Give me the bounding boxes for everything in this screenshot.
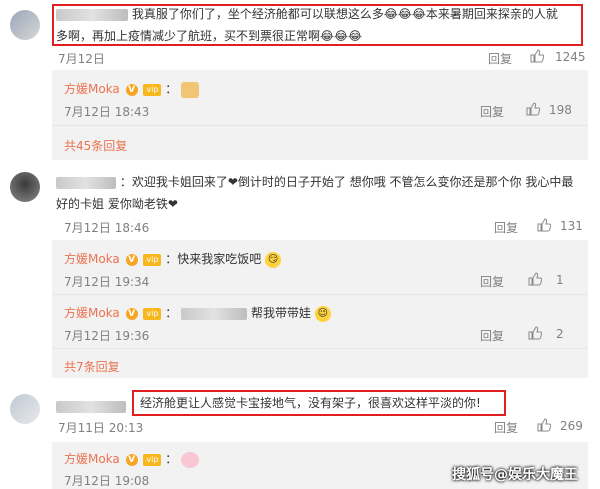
reply-text: ：快来我家吃饭吧 (165, 252, 262, 266)
comment-text-line2: 多啊，再加上疫情减少了航班，买不到票很正常啊😂😂😂 (56, 29, 363, 43)
blurred-username-bar (56, 400, 126, 413)
comment-date: 7月12日 (58, 52, 105, 66)
verified-icon: V (125, 83, 138, 96)
reply-header: 方媛Moka V vip ：快来我家吃饭吧 😏 (64, 250, 282, 268)
blurred-username[interactable] (56, 399, 126, 413)
reply-button[interactable]: 回复 (480, 327, 504, 344)
like-count: 1 (556, 273, 564, 287)
reply-colon: ： (165, 82, 178, 96)
reply-button[interactable]: 回复 (480, 103, 504, 120)
blurred-username[interactable] (181, 307, 248, 320)
comment-text: 经济舱更让人感觉卡宝接地气，没有架子，很喜欢这样平淡的你! (140, 396, 481, 410)
thumbs-up-emoji-icon (181, 81, 200, 98)
pig-emoji-icon (181, 451, 200, 468)
divider (52, 348, 588, 349)
more-replies-link[interactable]: 共45条回复 (64, 137, 127, 154)
avatar[interactable] (10, 172, 40, 202)
thumb-up-icon[interactable] (526, 102, 540, 116)
reply-button[interactable]: 回复 (494, 219, 518, 236)
divider (52, 125, 588, 126)
like-count: 1245 (555, 50, 586, 64)
more-replies-link[interactable]: 共7条回复 (64, 358, 120, 375)
verified-icon: V (125, 253, 138, 266)
thumb-up-icon[interactable] (530, 49, 544, 63)
reply-author[interactable]: 方媛Moka (64, 452, 120, 466)
vip-badge-icon: vip (143, 453, 162, 466)
thumb-up-icon[interactable] (537, 418, 551, 432)
thumb-up-icon[interactable] (528, 272, 542, 286)
reply-header: 方媛Moka V vip ： (64, 450, 200, 468)
comment-date: 7月12日 18:46 (64, 221, 150, 235)
reply-date: 7月12日 18:43 (64, 105, 150, 119)
reply-colon: ： (165, 306, 178, 320)
reply-date: 7月12日 19:36 (64, 329, 150, 343)
reply-text: 帮我带带娃 (250, 306, 311, 320)
divider (52, 294, 588, 295)
thumb-up-icon[interactable] (528, 326, 542, 340)
reply-date: 7月12日 19:34 (64, 275, 150, 289)
reply-author[interactable]: 方媛Moka (64, 252, 120, 266)
vip-badge-icon: vip (143, 253, 162, 266)
reply-colon: ： (165, 452, 178, 466)
like-count: 198 (549, 103, 572, 117)
reply-header: 方媛Moka V vip ： (64, 80, 200, 98)
comment-text-line2: 好的卡姐 爱你呦老铁❤ (56, 197, 178, 211)
like-count: 2 (556, 327, 564, 341)
comment-text: 我真服了你们了，坐个经济舱都可以联想这么多😂😂😂本来暑期回来探亲的人就 (56, 2, 582, 26)
verified-icon: V (125, 307, 138, 320)
vip-badge-icon: vip (143, 83, 162, 96)
comment-text: ：欢迎我卡姐回来了❤倒计时的日子开始了 想你哦 不管怎么变你还是那个你 我心中最 (56, 170, 586, 194)
like-count: 131 (560, 219, 583, 233)
thumb-up-icon[interactable] (537, 218, 551, 232)
reply-button[interactable]: 回复 (488, 50, 512, 67)
comment-date: 7月11日 20:13 (58, 421, 144, 435)
reply-header: 方媛Moka V vip ： 帮我带带娃 😉 (64, 304, 331, 322)
vip-badge-icon: vip (143, 307, 162, 320)
avatar[interactable] (10, 394, 40, 424)
blurred-username[interactable] (56, 176, 116, 189)
like-count: 269 (560, 419, 583, 433)
avatar[interactable] (10, 10, 40, 40)
reply-date: 7月12日 19:08 (64, 474, 150, 488)
verified-icon: V (125, 453, 138, 466)
reply-author[interactable]: 方媛Moka (64, 306, 120, 320)
smug-emoji-icon: 😏 (265, 251, 282, 268)
reply-author[interactable]: 方媛Moka (64, 82, 120, 96)
blurred-username[interactable] (56, 8, 128, 21)
reply-button[interactable]: 回复 (494, 419, 518, 436)
watermark: 搜狐号@娱乐大魔王 (452, 467, 578, 483)
wink-emoji-icon: 😉 (314, 305, 331, 322)
reply-button[interactable]: 回复 (480, 273, 504, 290)
